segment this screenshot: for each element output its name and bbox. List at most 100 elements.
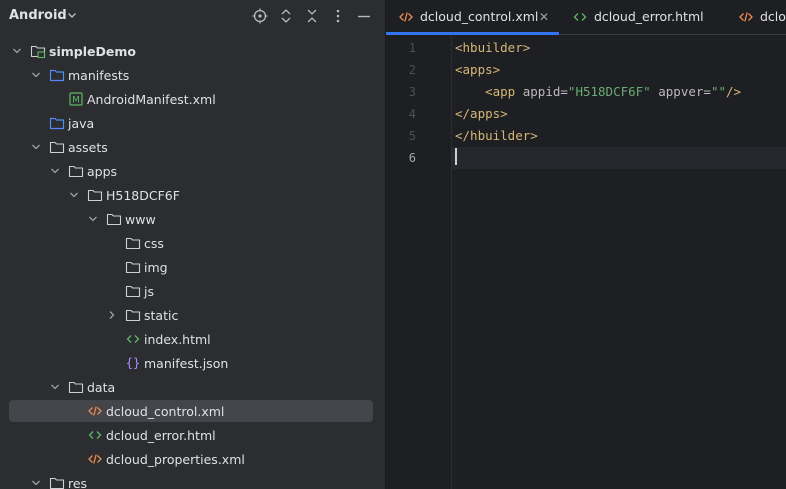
line-number: 4 xyxy=(408,107,416,121)
folder-icon xyxy=(68,379,84,395)
chevron-down-icon[interactable] xyxy=(30,69,42,81)
project-view-selector[interactable]: Android xyxy=(9,8,67,23)
code-token: <app xyxy=(485,84,523,99)
xml-file-icon xyxy=(398,9,414,25)
close-tab-icon[interactable]: ✕ xyxy=(539,10,549,24)
project-panel-header: Android xyxy=(0,0,385,32)
tree-item-label: H518DCF6F xyxy=(106,188,180,203)
tree-item[interactable]: dcloud_control.xml xyxy=(0,400,385,424)
chevron-down-icon[interactable] xyxy=(87,213,99,225)
code-line[interactable]: <hbuilder> xyxy=(455,37,530,59)
line-number-gutter: 1 2 3 4 5 6 xyxy=(386,35,452,489)
tree-item[interactable]: res xyxy=(0,472,385,489)
source-folder-icon xyxy=(49,115,65,131)
code-token: <hbuilder> xyxy=(455,40,531,55)
tree-item-label: dcloud_control.xml xyxy=(106,404,225,419)
line-number: 2 xyxy=(408,63,416,77)
line-number: 1 xyxy=(408,41,416,55)
tree-item[interactable]: img xyxy=(0,256,385,280)
tree-item-label: dcloud_error.html xyxy=(106,428,216,443)
expand-all-icon[interactable] xyxy=(276,6,296,26)
tree-item[interactable]: simpleDemo xyxy=(0,40,385,64)
xml-file-icon xyxy=(738,9,754,25)
code-token: </apps> xyxy=(455,106,508,121)
tree-item-label: AndroidManifest.xml xyxy=(87,92,216,107)
tree-item[interactable]: manifests xyxy=(0,64,385,88)
code-token: appver xyxy=(650,84,704,99)
html-file-icon xyxy=(87,427,103,443)
tree-item-label: www xyxy=(125,212,156,227)
chevron-down-icon[interactable] xyxy=(11,45,23,57)
chevron-down-icon[interactable] xyxy=(30,477,42,489)
code-token: = xyxy=(560,84,568,99)
tree-item-label: data xyxy=(87,380,116,395)
locate-icon[interactable] xyxy=(250,6,270,26)
code-editor[interactable]: <hbuilder> <apps> <app appid="H518DCF6F" … xyxy=(452,35,786,489)
more-vert-icon[interactable] xyxy=(328,6,348,26)
folder-icon xyxy=(68,163,84,179)
code-token: <apps> xyxy=(455,62,501,77)
code-line[interactable]: </hbuilder> xyxy=(455,125,538,147)
tree-item-label: res xyxy=(68,476,88,489)
tree-item[interactable]: www xyxy=(0,208,385,232)
line-number: 3 xyxy=(408,85,416,99)
chevron-down-icon[interactable] xyxy=(68,189,80,201)
editor-tab-label: dcloud_control.xml xyxy=(420,9,539,24)
tree-item-label: css xyxy=(144,236,164,251)
folder-icon xyxy=(87,187,103,203)
editor-tab-label: dcloud_properties.xml xyxy=(760,9,786,24)
tree-item[interactable]: H518DCF6F xyxy=(0,184,385,208)
tree-item-label: dcloud_properties.xml xyxy=(106,452,245,467)
code-token: appid xyxy=(522,84,561,99)
editor-tab-label: dcloud_error.html xyxy=(594,9,704,24)
tree-item[interactable]: dcloud_properties.xml xyxy=(0,448,385,472)
code-token: "H518DCF6F" xyxy=(567,84,651,99)
tree-item-label: apps xyxy=(87,164,118,179)
code-token: = xyxy=(703,84,711,99)
tree-item-label: assets xyxy=(68,140,108,155)
chevron-down-icon[interactable] xyxy=(66,9,78,24)
tree-item[interactable]: js xyxy=(0,280,385,304)
line-number: 6 xyxy=(408,151,416,165)
xml-file-icon xyxy=(87,403,103,419)
collapse-all-icon[interactable] xyxy=(302,6,322,26)
minimize-icon[interactable] xyxy=(354,6,374,26)
text-caret xyxy=(455,148,457,165)
svg-text:M: M xyxy=(72,96,80,106)
tree-item[interactable]: css xyxy=(0,232,385,256)
tree-item[interactable]: static xyxy=(0,304,385,328)
tree-item[interactable]: M AndroidManifest.xml xyxy=(0,88,385,112)
tree-item[interactable]: assets xyxy=(0,136,385,160)
editor-tab[interactable]: dcloud_properties.xml xyxy=(726,0,786,34)
folder-icon xyxy=(49,139,65,155)
json-file-icon: {} xyxy=(125,355,141,371)
svg-text:{}: {} xyxy=(126,356,140,370)
tree-item[interactable]: java xyxy=(0,112,385,136)
tree-item[interactable]: data xyxy=(0,376,385,400)
code-line[interactable]: <apps> xyxy=(455,59,500,81)
chevron-down-icon[interactable] xyxy=(49,165,61,177)
code-line[interactable] xyxy=(455,147,457,169)
tree-item-label: static xyxy=(144,308,179,323)
chevron-right-icon[interactable] xyxy=(106,309,118,321)
tree-item-label: simpleDemo xyxy=(49,44,136,59)
tree-item-label: js xyxy=(144,284,154,299)
chevron-down-icon[interactable] xyxy=(30,141,42,153)
tree-item-label: manifests xyxy=(68,68,130,83)
chevron-down-icon[interactable] xyxy=(49,381,61,393)
tree-item[interactable]: apps xyxy=(0,160,385,184)
folder-icon xyxy=(106,211,122,227)
folder-icon xyxy=(125,235,141,251)
tree-item[interactable]: dcloud_error.html xyxy=(0,424,385,448)
editor-tab[interactable]: dcloud_control.xml ✕ xyxy=(386,0,559,35)
tree-item[interactable]: index.html xyxy=(0,328,385,352)
code-token: /> xyxy=(726,84,742,99)
tree-item[interactable]: {} manifest.json xyxy=(0,352,385,376)
folder-icon xyxy=(125,307,141,323)
code-line[interactable]: </apps> xyxy=(455,103,508,125)
tree-item-label: java xyxy=(68,116,95,131)
code-line[interactable]: <app appid="H518DCF6F" appver=""/> xyxy=(455,81,741,103)
code-token: </hbuilder> xyxy=(455,128,538,143)
tree-item-label: manifest.json xyxy=(144,356,229,371)
editor-tab[interactable]: dcloud_error.html xyxy=(560,0,720,34)
